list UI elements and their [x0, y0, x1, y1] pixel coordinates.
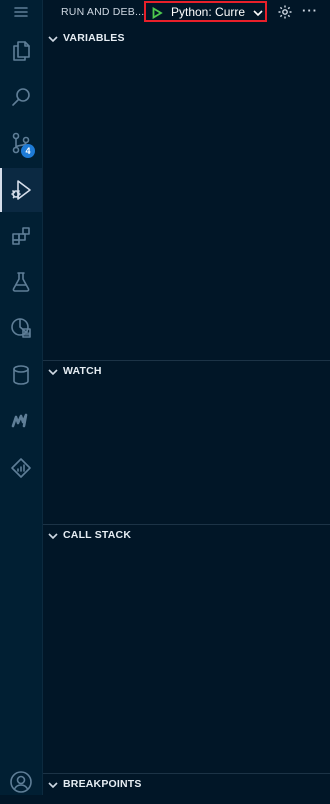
m-logo-icon[interactable]	[0, 399, 42, 443]
view-title: RUN AND DEB...	[61, 6, 145, 18]
watch-section-label: WATCH	[63, 365, 102, 377]
chevron-down-icon	[47, 32, 59, 44]
watch-section-header[interactable]: WATCH	[43, 360, 330, 381]
menu-icon[interactable]	[0, 0, 42, 30]
breakpoints-section-label: BREAKPOINTS	[63, 778, 142, 790]
extensions-icon[interactable]	[0, 214, 42, 258]
run-debug-icon[interactable]	[0, 168, 42, 212]
chevron-down-icon	[47, 529, 59, 541]
call-stack-section-label: CALL STACK	[63, 529, 132, 541]
chevron-down-icon[interactable]	[252, 6, 264, 18]
debug-configuration-select[interactable]: Python: Curre	[144, 1, 267, 22]
panel-titlebar: RUN AND DEB... Python: Curre ···	[43, 0, 330, 24]
source-control-icon[interactable]: 4	[0, 121, 42, 165]
database-icon[interactable]	[0, 353, 42, 397]
more-actions-icon[interactable]: ···	[302, 3, 318, 18]
variables-section-label: VARIABLES	[63, 32, 125, 44]
start-debugging-icon[interactable]	[151, 6, 163, 19]
chevron-down-icon	[47, 365, 59, 377]
breakpoints-section-header[interactable]: BREAKPOINTS	[43, 773, 330, 794]
testing-icon[interactable]	[0, 260, 42, 304]
source-control-badge: 4	[21, 144, 35, 158]
debug-configuration-label: Python: Curre	[171, 4, 246, 19]
search-icon[interactable]	[0, 75, 42, 119]
account-icon[interactable]	[0, 760, 42, 804]
diamond-chart-icon[interactable]	[0, 446, 42, 490]
gear-icon[interactable]	[277, 4, 293, 20]
explorer-icon[interactable]	[0, 29, 42, 73]
call-stack-section-header[interactable]: CALL STACK	[43, 524, 330, 545]
run-and-debug-panel: RUN AND DEB... Python: Curre ··· VARIABL…	[43, 0, 330, 795]
chevron-down-icon	[47, 778, 59, 790]
variables-section-header[interactable]: VARIABLES	[43, 28, 330, 48]
remote-explorer-icon[interactable]	[0, 306, 42, 350]
activity-bar: 4	[0, 0, 43, 795]
